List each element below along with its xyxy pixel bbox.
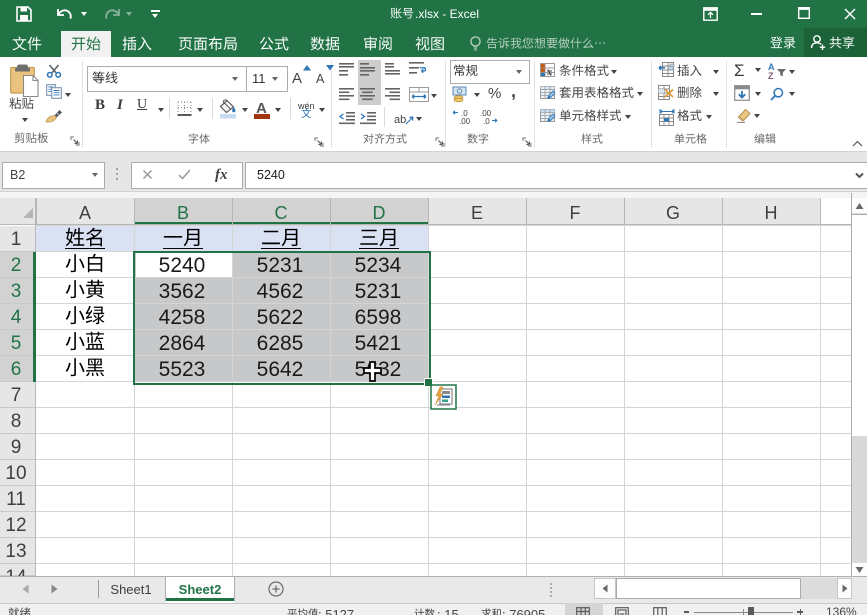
svg-text:ab: ab <box>394 114 406 126</box>
svg-text:.00: .00 <box>459 117 471 124</box>
svg-text:.0: .0 <box>483 117 490 124</box>
svg-text:Z: Z <box>768 71 774 80</box>
